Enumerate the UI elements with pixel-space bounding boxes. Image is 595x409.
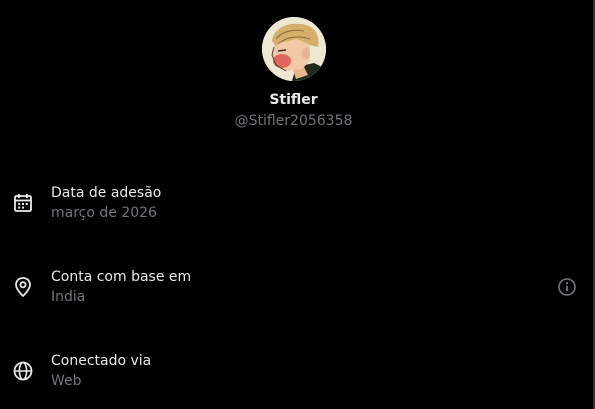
connected-via-value: Web <box>51 373 82 389</box>
profile-display-name[interactable]: Stifler <box>0 90 587 110</box>
avatar-image <box>262 17 326 81</box>
info-row-join-date: Data de adesão março de 2026 <box>0 175 593 235</box>
profile-handle: @Stifler2056358 <box>234 113 353 129</box>
info-icon[interactable] <box>556 276 578 298</box>
connected-via-label: Conectado via <box>51 353 152 369</box>
globe-icon <box>12 360 34 382</box>
join-date-value: março de 2026 <box>51 205 157 221</box>
avatar[interactable] <box>262 17 326 81</box>
account-location-value: India <box>51 289 86 305</box>
join-date-label: Data de adesão <box>51 185 162 201</box>
info-row-account-location: Conta com base em India <box>0 259 593 319</box>
location-pin-icon <box>12 276 34 298</box>
info-row-connected-via: Conectado via Web <box>0 343 593 403</box>
calendar-icon <box>12 192 34 214</box>
account-location-label: Conta com base em <box>51 269 192 285</box>
